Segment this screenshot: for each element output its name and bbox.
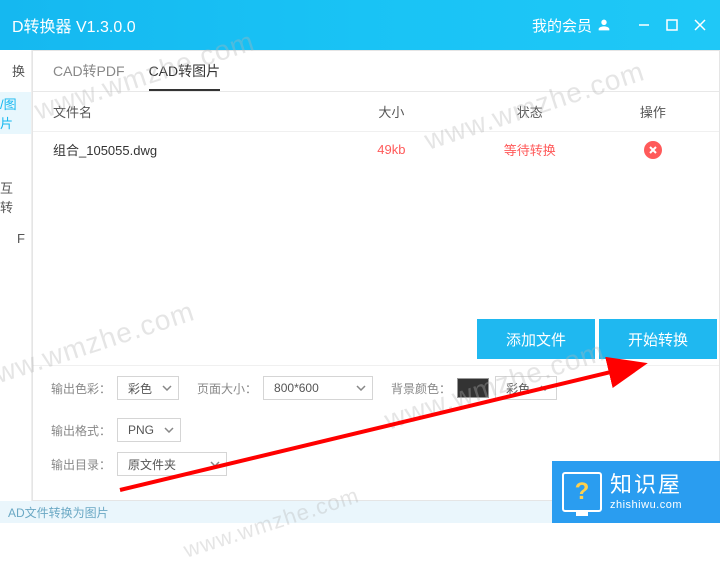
output-color-select[interactable]: 彩色 bbox=[117, 376, 179, 400]
col-operate: 操作 bbox=[607, 102, 699, 121]
col-size: 大小 bbox=[330, 102, 453, 121]
page-size-label: 页面大小： bbox=[197, 380, 257, 397]
bg-color-select[interactable]: 彩色 bbox=[495, 376, 557, 400]
sidebar: 换 /图片 互转 F bbox=[0, 50, 32, 501]
maximize-button[interactable] bbox=[664, 17, 680, 33]
sidebar-item-3[interactable]: 互转 bbox=[0, 176, 31, 218]
source-badge-icon: ? bbox=[562, 472, 602, 512]
chevron-down-icon bbox=[162, 385, 172, 391]
output-dir-select[interactable]: 原文件夹 bbox=[117, 452, 227, 476]
bg-color-swatch[interactable] bbox=[457, 378, 489, 398]
page-size-value: 800*600 bbox=[274, 381, 319, 395]
page-size-select[interactable]: 800*600 bbox=[263, 376, 373, 400]
status-text: AD文件转换为图片 bbox=[8, 504, 109, 521]
output-format-select[interactable]: PNG bbox=[117, 418, 181, 442]
minimize-button[interactable] bbox=[636, 17, 652, 33]
member-label: 我的会员 bbox=[532, 15, 592, 36]
bg-color-label: 背景颜色： bbox=[391, 380, 451, 397]
cell-filename: 组合_105055.dwg bbox=[53, 140, 330, 159]
sidebar-item-0[interactable]: 换 bbox=[0, 50, 31, 92]
start-convert-button[interactable]: 开始转换 bbox=[599, 319, 717, 359]
close-button[interactable] bbox=[692, 17, 708, 33]
source-badge: ? 知识屋 zhishiwu.com bbox=[552, 461, 720, 523]
col-filename: 文件名 bbox=[53, 102, 330, 121]
main-panel: CAD转PDF CAD转图片 文件名 大小 状态 操作 组合_105055.dw… bbox=[32, 50, 720, 501]
action-row: 添加文件 开始转换 bbox=[33, 319, 719, 365]
output-color-value: 彩色 bbox=[128, 380, 152, 397]
sidebar-item-1[interactable]: /图片 bbox=[0, 92, 31, 134]
cell-size: 49kb bbox=[330, 142, 453, 157]
add-file-button[interactable]: 添加文件 bbox=[477, 319, 595, 359]
table-header: 文件名 大小 状态 操作 bbox=[33, 92, 719, 132]
tab-cad-to-pdf[interactable]: CAD转PDF bbox=[53, 61, 125, 91]
delete-row-button[interactable] bbox=[644, 141, 662, 159]
tabs: CAD转PDF CAD转图片 bbox=[33, 51, 719, 92]
chevron-down-icon bbox=[164, 427, 174, 433]
bg-color-value: 彩色 bbox=[506, 380, 530, 397]
titlebar: D转换器 V1.3.0.0 我的会员 bbox=[0, 0, 720, 50]
output-color-label: 输出色彩： bbox=[51, 380, 111, 397]
source-badge-cn: 知识屋 bbox=[610, 472, 682, 498]
source-badge-en: zhishiwu.com bbox=[610, 499, 682, 512]
sidebar-item-4[interactable]: F bbox=[0, 218, 31, 260]
chevron-down-icon bbox=[210, 461, 220, 467]
member-icon bbox=[596, 17, 612, 33]
app-title: D转换器 V1.3.0.0 bbox=[12, 13, 136, 37]
close-icon bbox=[648, 145, 658, 155]
col-status: 状态 bbox=[453, 102, 607, 121]
chevron-down-icon bbox=[540, 385, 550, 391]
tab-cad-to-image[interactable]: CAD转图片 bbox=[149, 61, 221, 91]
output-format-label: 输出格式： bbox=[51, 422, 111, 439]
output-dir-label: 输出目录： bbox=[51, 456, 111, 473]
output-format-value: PNG bbox=[128, 423, 154, 437]
table-row: 组合_105055.dwg 49kb 等待转换 bbox=[33, 132, 719, 167]
member-link[interactable]: 我的会员 bbox=[532, 15, 612, 36]
output-dir-value: 原文件夹 bbox=[128, 456, 176, 473]
sidebar-item-2[interactable] bbox=[0, 134, 31, 176]
cell-status: 等待转换 bbox=[453, 140, 607, 159]
chevron-down-icon bbox=[356, 385, 366, 391]
